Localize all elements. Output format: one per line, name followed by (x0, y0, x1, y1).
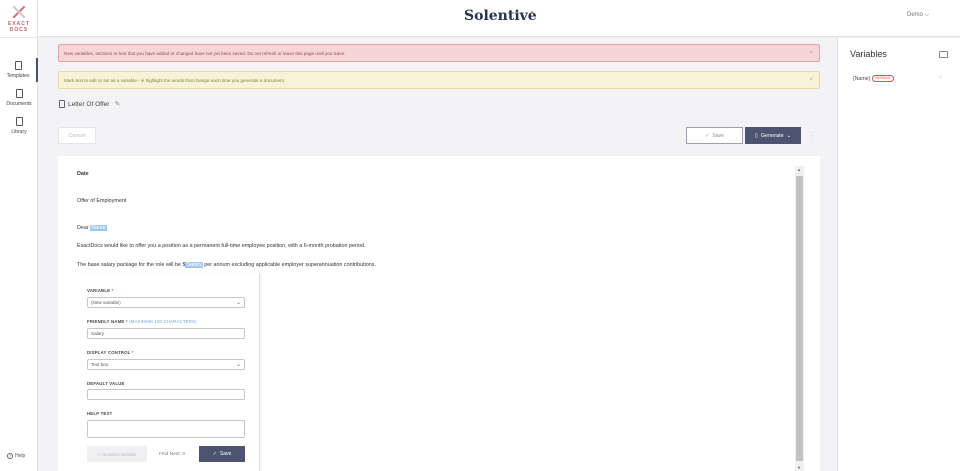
document-icon: ▯ (754, 132, 758, 139)
document-title-row: Letter Of Offer ✎ (59, 100, 120, 108)
nav-label: Documents (6, 101, 32, 107)
banner-text: Mark text to edit or set as a variable -… (64, 77, 286, 83)
display-control-label: DISPLAY CONTROL * (87, 350, 134, 355)
brand-dot-icon (531, 11, 533, 13)
nav-label: Library (11, 129, 27, 135)
chevron-down-icon: ⌄ (235, 300, 241, 306)
scroll-down-icon[interactable]: ▼ (797, 465, 801, 470)
help-icon: ? (7, 453, 13, 459)
find-next-link[interactable]: Find Next: 0 (159, 452, 185, 457)
help-label: Help (15, 453, 26, 459)
info-banner: Mark text to edit or set as a variable -… (58, 71, 820, 89)
variable-select[interactable]: (New variable) ⌄ (87, 297, 245, 308)
top-bar: Solentive Demo ⌵ (38, 0, 960, 37)
generate-button-label: Generate (760, 132, 784, 139)
close-icon: × (97, 451, 101, 457)
friendly-name-label: FRIENDLY NAME * (MAXIMUM 100 CHARACTERS) (87, 319, 197, 324)
app-logo[interactable]: EXACT DOCS (0, 0, 38, 38)
cancel-button[interactable]: Cancel (58, 127, 96, 144)
logo-text-bottom: DOCS (9, 26, 29, 33)
close-icon[interactable]: × (809, 77, 813, 83)
doc-date-field: Date (77, 171, 89, 177)
friendly-name-input[interactable]: Salary (87, 328, 245, 339)
help-text-label: HELP TEXT (87, 411, 113, 416)
left-nav: EXACT DOCS Templates Documents Library ?… (0, 0, 38, 471)
check-icon: ✓ (705, 132, 710, 139)
more-options-icon[interactable]: ⋮ (808, 131, 816, 140)
unselect-variable-button[interactable]: × Unselect variable (87, 446, 147, 462)
brand-title: Solentive (464, 8, 537, 24)
document-title: Letter Of Offer (68, 100, 110, 108)
document-scrollbar[interactable]: ▲ ▼ (795, 166, 804, 471)
edit-pencil-icon[interactable]: ✎ (114, 100, 120, 108)
unsaved-warning-banner: New variables, sections or text that you… (58, 44, 820, 62)
default-value-input[interactable] (87, 389, 245, 400)
variables-title: Variables (850, 49, 887, 59)
missing-badge: MISSING (872, 75, 894, 82)
friendly-name-value: Salary (91, 331, 105, 336)
save-button-label: Save (712, 132, 724, 139)
logo-mark-icon (12, 5, 26, 19)
variable-select-value: (New variable) (91, 300, 121, 305)
add-folder-icon[interactable] (939, 51, 948, 58)
nav-item-library[interactable]: Library (0, 114, 38, 138)
para2-prefix: The base salary package for the role wil… (77, 262, 186, 268)
scroll-up-icon[interactable]: ▲ (797, 167, 801, 172)
variable-label: VARIABLE * (87, 288, 114, 293)
help-text-input[interactable] (87, 420, 245, 438)
nav-label: Templates (6, 73, 30, 79)
chevron-down-icon: ⌄ (235, 362, 241, 368)
file-icon (59, 100, 65, 108)
chevron-down-icon: ⌄ (786, 132, 792, 139)
nav-item-templates[interactable]: Templates (0, 58, 38, 82)
display-control-select[interactable]: Text box ⌄ (87, 359, 245, 370)
generate-button[interactable]: ▯ Generate ⌄ (745, 127, 801, 144)
variable-name-highlight[interactable]: Name (90, 225, 107, 231)
unselect-label: Unselect variable (102, 451, 137, 457)
display-control-value: Text box (91, 362, 109, 367)
help-link[interactable]: ? Help (7, 453, 25, 459)
dear-prefix: Dear (77, 225, 91, 231)
close-icon[interactable]: × (939, 75, 942, 81)
variable-item-name: {Name} (853, 75, 871, 82)
document-editor[interactable]: Date Offer of Employment Dear Name Exact… (58, 156, 820, 471)
variables-panel: Variables {Name} MISSING × (837, 38, 960, 471)
template-icon (14, 61, 22, 70)
variable-save-button[interactable]: ✓ Save (199, 446, 245, 462)
check-icon: ✓ (212, 451, 217, 457)
variable-list-item[interactable]: {Name} MISSING (853, 75, 894, 82)
library-icon (15, 117, 23, 126)
doc-heading: Offer of Employment (77, 198, 127, 204)
user-menu[interactable]: Demo ⌵ (907, 12, 929, 19)
default-value-label: DEFAULT VALUE (87, 381, 125, 386)
variable-form-popup: VARIABLE * (New variable) ⌄ FRIENDLY NAM… (78, 273, 260, 471)
para2-suffix: per annum excluding applicable employer … (202, 262, 376, 268)
nav-item-documents[interactable]: Documents (0, 86, 38, 110)
documents-icon (15, 89, 23, 98)
doc-paragraph-2: The base salary package for the role wil… (77, 262, 376, 268)
doc-paragraph-1: ExactDocs would like to offer you a posi… (77, 243, 366, 249)
close-icon[interactable]: × (809, 50, 813, 56)
save-button[interactable]: ✓ Save (686, 127, 743, 144)
banner-text: New variables, sections or text that you… (64, 50, 346, 56)
variable-save-label: Save (219, 451, 232, 457)
variable-salary-highlight[interactable]: Salary (185, 262, 203, 268)
scrollbar-thumb[interactable] (796, 176, 803, 461)
doc-dear-line: Dear Name (77, 225, 107, 231)
